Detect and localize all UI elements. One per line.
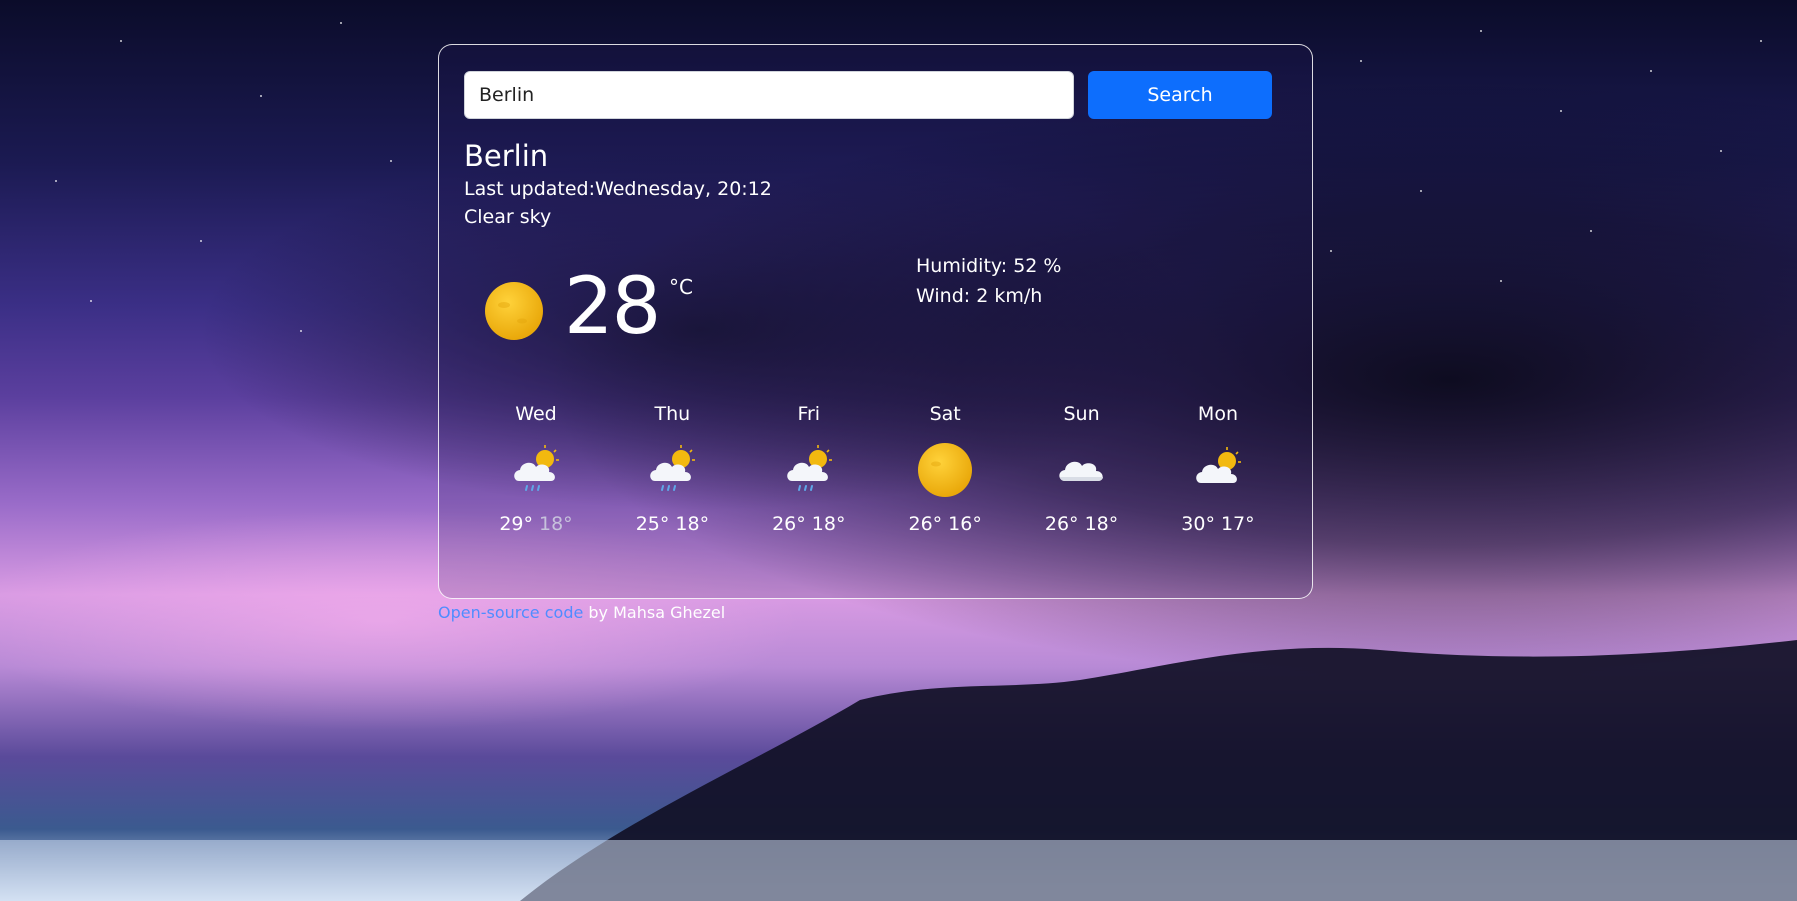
current-temperature: 28 <box>564 262 661 352</box>
search-input[interactable] <box>464 71 1074 119</box>
forecast-temps: 26° 16° <box>891 511 999 537</box>
forecast-min: 18° <box>539 513 573 535</box>
forecast-temps: 26° 18° <box>755 511 863 537</box>
cloud-icon <box>1058 461 1103 481</box>
forecast-min: 18° <box>811 513 846 535</box>
wind-label: Wind: <box>916 285 971 307</box>
humidity-label: Humidity: <box>916 255 1008 277</box>
forecast-min: 17° <box>1220 513 1255 535</box>
sun-icon <box>485 282 543 340</box>
cloud-sun-rain-icon <box>650 445 696 491</box>
forecast-min: 18° <box>1084 513 1119 535</box>
forecast-day: Sat 26° 16° <box>891 401 999 537</box>
forecast-temps: 30° 17° <box>1164 511 1272 537</box>
last-updated-label: Last updated: <box>464 178 596 200</box>
last-updated-value: Wednesday, 20:12 <box>595 178 772 200</box>
forecast-max: 25° <box>635 513 670 535</box>
forecast-day: Sun 26° 18° <box>1028 401 1136 537</box>
cloud-sun-icon <box>1196 447 1241 483</box>
forecast-day: Fri 26° 18° <box>755 401 863 537</box>
forecast-day-name: Fri <box>797 403 821 425</box>
forecast-day: Mon 30° 17° <box>1164 401 1272 537</box>
temperature-unit: °C <box>669 275 693 299</box>
forecast-max: 30° <box>1181 513 1215 535</box>
forecast-day-name: Wed <box>515 403 557 425</box>
footer-credit: Open-source code by Mahsa Ghezel <box>438 603 725 622</box>
forecast-temps: 26° 18° <box>1028 511 1136 537</box>
wind-line: Wind: 2 km/h <box>916 281 1062 311</box>
forecast-day-name: Sun <box>1063 403 1100 425</box>
current-conditions: 28 °C Humidity: 52 % Wind: 2 km/h <box>464 241 1272 401</box>
wind-value: 2 km/h <box>976 285 1043 307</box>
humidity-line: Humidity: 52 % <box>916 251 1062 281</box>
forecast-row: Wed 29° 18° Thu 25° 18° Fri 26° 18° Sat … <box>464 401 1272 537</box>
author-credit: by Mahsa Ghezel <box>583 603 726 622</box>
weather-description: Clear sky <box>464 206 552 228</box>
forecast-day-name: Sat <box>929 403 961 425</box>
search-form: Search <box>464 71 1272 119</box>
forecast-day-name: Mon <box>1197 403 1238 425</box>
forecast-day: Thu 25° 18° <box>618 401 726 537</box>
weather-details: Humidity: 52 % Wind: 2 km/h <box>916 251 1062 311</box>
last-updated: Last updated:Wednesday, 20:12 <box>464 175 1272 203</box>
forecast-max: 29° <box>499 513 533 535</box>
cloud-sun-rain-icon <box>514 445 559 491</box>
forecast-max: 26° <box>908 513 943 535</box>
forecast-min: 16° <box>948 513 982 535</box>
forecast-temps: 29° 18° <box>482 511 590 537</box>
forecast-max: 26° <box>772 513 806 535</box>
weather-card: Search Berlin Last updated:Wednesday, 20… <box>438 44 1313 599</box>
cloud-sun-rain-icon <box>787 445 832 491</box>
sun-icon <box>918 443 973 497</box>
forecast-max: 26° <box>1044 513 1079 535</box>
forecast-day-name: Thu <box>654 403 691 425</box>
city-name: Berlin <box>464 139 549 173</box>
forecast-day: Wed 29° 18° <box>482 401 590 537</box>
search-button[interactable]: Search <box>1088 71 1272 119</box>
humidity-value: 52 % <box>1013 255 1062 277</box>
forecast-min: 18° <box>675 513 710 535</box>
forecast-temps: 25° 18° <box>618 511 726 537</box>
source-code-link[interactable]: Open-source code <box>438 603 583 622</box>
